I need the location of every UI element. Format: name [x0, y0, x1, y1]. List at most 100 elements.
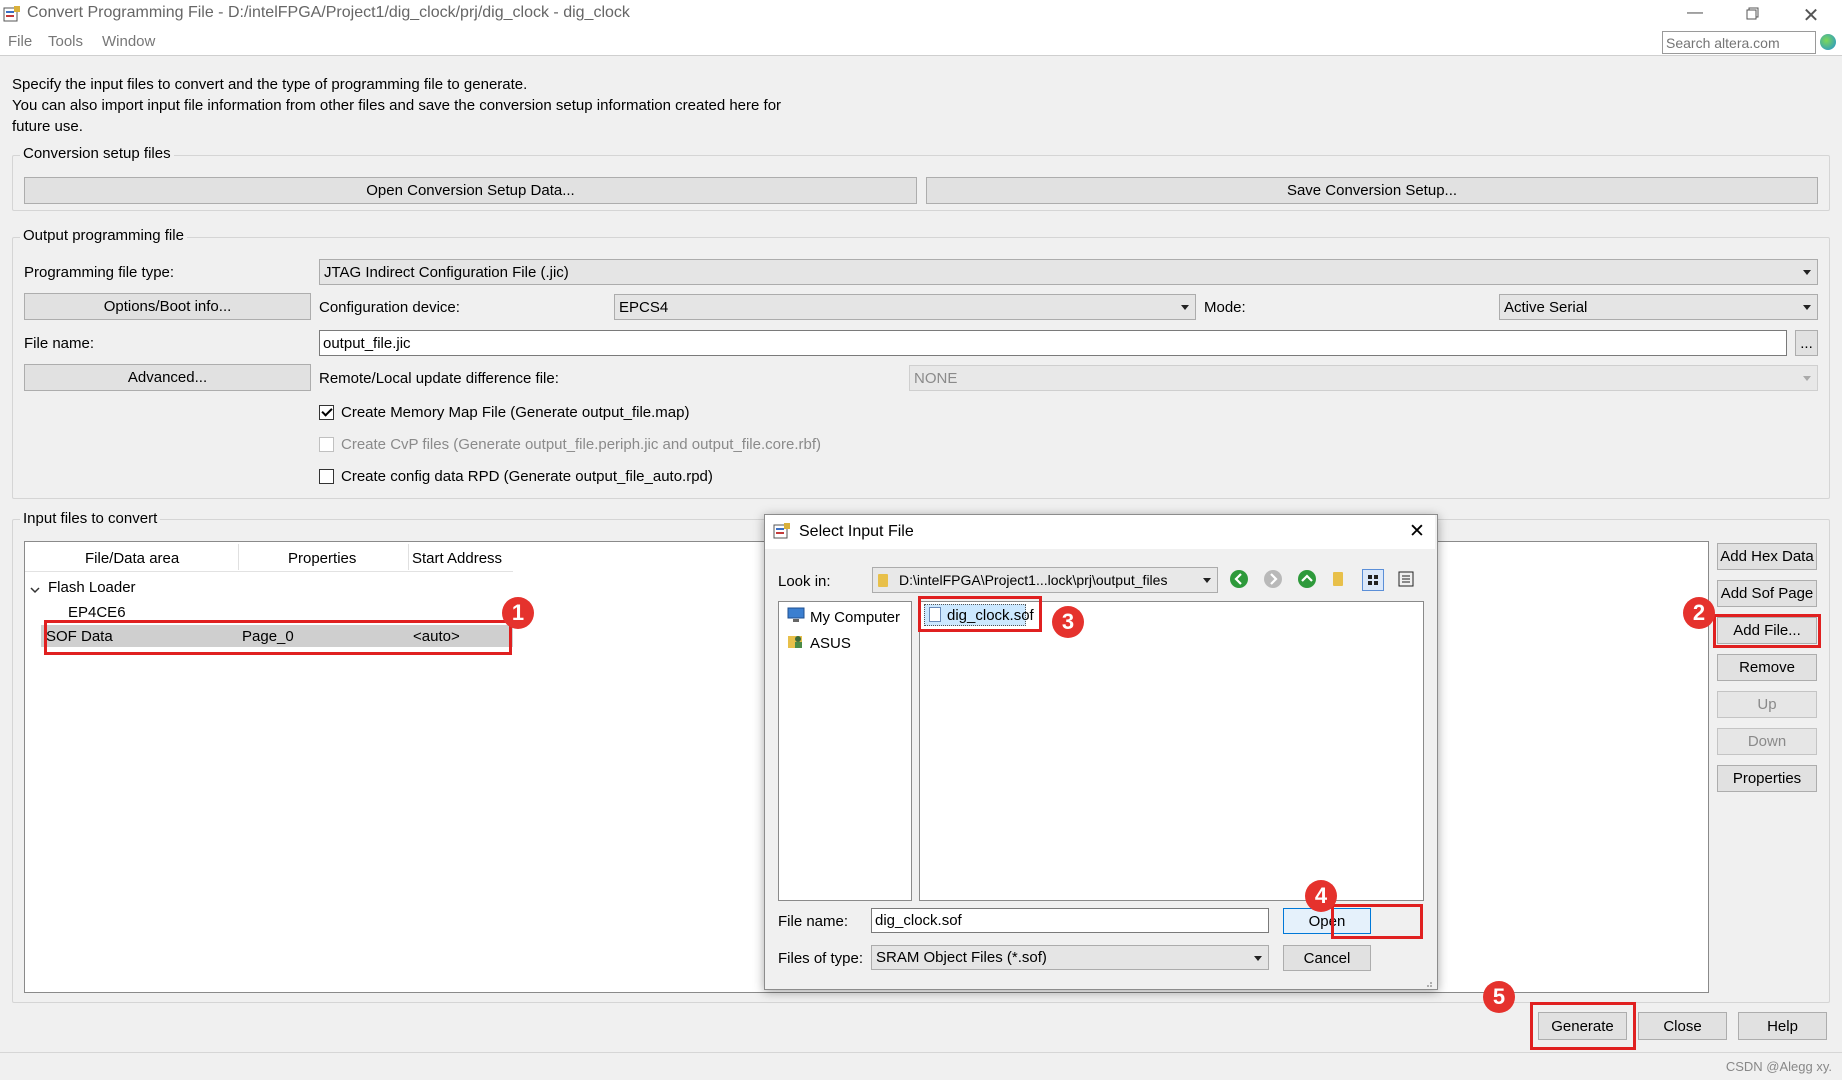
intro-line-2: You can also import input file informati… [12, 97, 782, 114]
chevron-down-icon [1803, 376, 1811, 381]
file-type-label: Programming file type: [24, 264, 175, 281]
look-in-value: D:\intelFPGA\Project1...lock\prj\output_… [899, 572, 1168, 588]
browse-output-button[interactable]: ... [1795, 330, 1818, 356]
open-conversion-setup-button[interactable]: Open Conversion Setup Data... [24, 177, 917, 204]
globe-icon[interactable] [1820, 34, 1836, 50]
file-type-select[interactable]: JTAG Indirect Configuration File (.jic) [319, 259, 1818, 285]
close-icon[interactable]: ✕ [1405, 520, 1429, 544]
menu-bar: File Tools Window [0, 28, 1842, 56]
new-folder-icon[interactable] [1333, 572, 1343, 586]
annotation-box-open [1331, 904, 1423, 939]
column-header-start-address[interactable]: Start Address [412, 550, 502, 567]
intro-line-3: future use. [12, 118, 83, 135]
step-badge-2: 2 [1683, 597, 1715, 629]
up-button[interactable]: Up [1717, 691, 1817, 718]
config-device-label: Configuration device: [319, 299, 460, 316]
step-badge-4: 4 [1305, 880, 1337, 912]
chevron-down-icon[interactable] [30, 582, 40, 594]
file-type-value: JTAG Indirect Configuration File (.jic) [324, 263, 569, 281]
files-of-type-value: SRAM Object Files (*.sof) [876, 949, 1047, 966]
cvp-files-label: Create CvP files (Generate output_file.p… [341, 436, 821, 453]
output-file-title: Output programming file [20, 227, 187, 244]
detail-view-icon[interactable] [1396, 569, 1418, 591]
intro-line-1: Specify the input files to convert and t… [12, 76, 528, 93]
places-panel[interactable]: My Computer ASUS [778, 601, 912, 901]
file-list-panel[interactable]: dig_clock.sof [919, 601, 1424, 901]
mode-select[interactable]: Active Serial [1499, 294, 1818, 320]
mode-label: Mode: [1204, 299, 1246, 316]
remote-update-select[interactable]: NONE [909, 365, 1818, 391]
back-icon[interactable] [1230, 570, 1248, 588]
annotation-box-add-file [1713, 614, 1821, 648]
app-icon [773, 523, 791, 539]
up-folder-icon[interactable] [1298, 570, 1316, 588]
add-sof-page-button[interactable]: Add Sof Page [1717, 580, 1817, 607]
files-of-type-label: Files of type: [778, 950, 864, 967]
chevron-down-icon [1803, 305, 1811, 310]
menu-window[interactable]: Window [102, 33, 155, 50]
place-asus[interactable]: ASUS [810, 635, 851, 652]
title-bar: Convert Programming File - D:/intelFPGA/… [0, 0, 1842, 28]
conversion-setup-title: Conversion setup files [20, 145, 174, 162]
cvp-files-checkbox[interactable] [319, 437, 334, 452]
icon-view-icon[interactable] [1362, 569, 1384, 591]
close-icon[interactable]: ✕ [1796, 3, 1826, 27]
step-badge-3: 3 [1052, 606, 1084, 638]
file-name-label: File name: [24, 335, 95, 352]
look-in-label: Look in: [778, 573, 831, 590]
config-device-value: EPCS4 [619, 298, 669, 316]
user-icon [787, 633, 805, 649]
window-title: Convert Programming File - D:/intelFPGA/… [27, 4, 630, 21]
menu-file[interactable]: File [8, 33, 32, 50]
minimize-icon[interactable]: — [1680, 4, 1710, 24]
tree-header: File/Data area Properties Start Address [25, 542, 513, 572]
properties-button[interactable]: Properties [1717, 765, 1817, 792]
options-boot-info-button[interactable]: Options/Boot info... [24, 293, 311, 320]
config-rpd-checkbox[interactable] [319, 469, 334, 484]
remove-button[interactable]: Remove [1717, 654, 1817, 681]
status-bar: CSDN @Alegg xy. [0, 1052, 1842, 1080]
forward-icon[interactable] [1264, 570, 1282, 588]
dialog-title: Select Input File [799, 523, 914, 540]
config-rpd-label: Create config data RPD (Generate output_… [341, 468, 713, 485]
restore-icon[interactable] [1736, 6, 1766, 26]
tree-item-device[interactable]: EP4CE6 [68, 604, 126, 621]
remote-update-label: Remote/Local update difference file: [319, 370, 559, 387]
resize-grip-icon[interactable] [1423, 975, 1433, 987]
look-in-select[interactable]: D:\intelFPGA\Project1...lock\prj\output_… [872, 567, 1218, 593]
down-button[interactable]: Down [1717, 728, 1817, 755]
dialog-file-name-input[interactable]: dig_clock.sof [871, 908, 1269, 933]
dialog-title-bar: Select Input File ✕ [765, 515, 1435, 549]
step-badge-5: 5 [1483, 981, 1515, 1013]
place-my-computer[interactable]: My Computer [810, 609, 900, 626]
help-button[interactable]: Help [1738, 1012, 1827, 1040]
column-header-properties[interactable]: Properties [288, 550, 356, 567]
column-divider [238, 544, 239, 570]
chevron-down-icon [1254, 955, 1262, 961]
close-button[interactable]: Close [1638, 1012, 1727, 1040]
column-divider [408, 544, 409, 570]
tree-root-flash-loader[interactable]: Flash Loader [48, 579, 136, 596]
chevron-down-icon [1203, 578, 1211, 583]
annotation-box-sof-row [44, 620, 512, 655]
computer-icon [787, 607, 805, 623]
step-badge-1: 1 [502, 597, 534, 629]
save-conversion-setup-button[interactable]: Save Conversion Setup... [926, 177, 1818, 204]
column-header-file[interactable]: File/Data area [85, 550, 179, 567]
annotation-box-file-item [918, 596, 1042, 632]
memory-map-checkbox[interactable] [319, 405, 334, 420]
mode-value: Active Serial [1504, 298, 1588, 316]
watermark: CSDN @Alegg xy. [1725, 1059, 1832, 1074]
files-of-type-select[interactable]: SRAM Object Files (*.sof) [871, 945, 1269, 970]
advanced-button[interactable]: Advanced... [24, 364, 311, 391]
cancel-button[interactable]: Cancel [1283, 945, 1371, 971]
add-hex-data-button[interactable]: Add Hex Data [1717, 543, 1817, 570]
chevron-down-icon [1803, 270, 1811, 275]
config-device-select[interactable]: EPCS4 [614, 294, 1196, 320]
search-input[interactable] [1662, 31, 1816, 54]
remote-update-value: NONE [914, 369, 958, 387]
menu-tools[interactable]: Tools [48, 33, 83, 50]
dialog-file-name-label: File name: [778, 913, 849, 930]
folder-icon [878, 574, 888, 587]
output-file-name-input[interactable]: output_file.jic [319, 330, 1787, 356]
